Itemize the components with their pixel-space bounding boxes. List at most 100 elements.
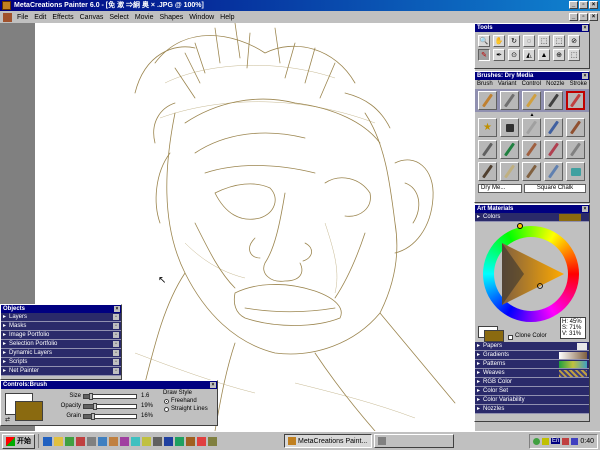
brush-variant-select[interactable]: Square Chalk <box>524 184 586 193</box>
brush-pastel[interactable] <box>544 140 563 159</box>
grabber-tool[interactable]: ✋ <box>493 35 505 47</box>
quick-launch-zip-icon[interactable] <box>186 436 195 446</box>
brush-knife[interactable] <box>522 118 541 137</box>
tab-stroke[interactable]: Stroke <box>570 81 587 88</box>
color-set-section[interactable]: Color Set <box>475 387 589 396</box>
menu-window[interactable]: Window <box>186 14 217 21</box>
size-slider[interactable] <box>83 393 137 400</box>
brush-pen[interactable] <box>478 162 497 181</box>
app-icon[interactable] <box>2 1 11 10</box>
opacity-slider[interactable] <box>83 403 137 410</box>
net-painter-section[interactable]: Net Painter▫ <box>1 367 121 376</box>
rotate-page-tool[interactable]: ↻ <box>508 35 520 47</box>
brush-charcoal[interactable] <box>544 91 563 110</box>
quick-launch-extra-icon[interactable] <box>208 436 217 446</box>
dynamic-layers-section[interactable]: Dynamic Layers▫ <box>1 349 121 358</box>
doc-restore-button[interactable]: ▫ <box>579 13 588 21</box>
masks-section[interactable]: Masks▫ <box>1 322 121 331</box>
selection-portfolio-section[interactable]: Selection Portfolio▫ <box>1 340 121 349</box>
task-other[interactable] <box>374 434 454 448</box>
scripts-section[interactable]: Scripts▫ <box>1 358 121 367</box>
brush-tool[interactable]: ✎ <box>478 49 490 61</box>
maximize-button[interactable]: ▫ <box>579 1 588 9</box>
gradients-section[interactable]: Gradients <box>475 351 589 360</box>
close-button[interactable]: × <box>589 1 598 9</box>
weaves-section[interactable]: Weaves <box>475 369 589 378</box>
tab-nozzle[interactable]: Nozzle <box>546 81 564 88</box>
primary-color-swatch[interactable] <box>484 330 504 342</box>
quick-launch-media-icon[interactable] <box>76 436 85 446</box>
task-painter[interactable]: MetaCreations Paint... <box>284 434 372 448</box>
menu-effects[interactable]: Effects <box>49 14 76 21</box>
menu-edit[interactable]: Edit <box>31 14 49 21</box>
brush-star[interactable]: ★ <box>478 118 497 137</box>
network-icon[interactable] <box>533 437 541 445</box>
swap-colors-icon[interactable]: ⇄ <box>5 416 10 423</box>
adjuster-tool[interactable]: ⊕ <box>553 49 565 61</box>
dropper-tool[interactable]: ⊘ <box>568 35 580 47</box>
brush-water[interactable] <box>544 162 563 181</box>
minimize-button[interactable]: _ <box>569 1 578 9</box>
brush-chalk[interactable] <box>478 91 497 110</box>
start-button[interactable]: 开始 <box>2 433 35 449</box>
quick-launch-ie-icon[interactable] <box>43 436 52 446</box>
tab-brush[interactable]: Brush <box>477 81 493 88</box>
ime-icon[interactable] <box>562 437 570 445</box>
rect-select-tool[interactable]: ⬚ <box>538 35 550 47</box>
color-variability-section[interactable]: Color Variability <box>475 396 589 405</box>
brush-stamp[interactable] <box>500 118 519 137</box>
text-tool[interactable]: ⬚ <box>568 49 580 61</box>
menu-file[interactable]: File <box>14 14 31 21</box>
menu-help[interactable]: Help <box>217 14 237 21</box>
quick-launch-excel-icon[interactable] <box>175 436 184 446</box>
pen-tool[interactable]: ✒ <box>493 49 505 61</box>
quick-launch-folder-icon[interactable] <box>54 436 63 446</box>
brush-pencil[interactable] <box>500 91 519 110</box>
quick-launch-mail-icon[interactable] <box>98 436 107 446</box>
language-indicator[interactable]: En <box>551 438 561 444</box>
color-picker[interactable]: Clone Color H: 45% S: 71% V: 31% <box>475 222 589 342</box>
quick-launch-acrobat-icon[interactable] <box>197 436 206 446</box>
quick-launch-tool-icon[interactable] <box>87 436 96 446</box>
volume-icon[interactable] <box>542 437 550 445</box>
document-icon[interactable] <box>3 12 12 22</box>
freehand-radio[interactable] <box>164 399 169 404</box>
brush-airbrush[interactable] <box>544 118 563 137</box>
tray-app-icon[interactable] <box>571 437 579 445</box>
straight-lines-radio[interactable] <box>164 407 169 412</box>
image-portfolio-section[interactable]: Image Portfolio▫ <box>1 331 121 340</box>
lasso-tool[interactable]: ◌ <box>523 35 535 47</box>
crop-tool[interactable]: ⬚ <box>553 35 565 47</box>
menu-movie[interactable]: Movie <box>132 14 157 21</box>
brush-felt[interactable] <box>478 140 497 159</box>
menu-canvas[interactable]: Canvas <box>77 14 107 21</box>
brush-dry-media[interactable] <box>566 91 585 110</box>
brush-marker[interactable] <box>500 140 519 159</box>
brush-eraser[interactable] <box>566 140 585 159</box>
quick-launch-player-icon[interactable] <box>120 436 129 446</box>
quick-launch-cmd-icon[interactable] <box>153 436 162 446</box>
controls-primary-swatch[interactable] <box>15 401 43 421</box>
brush-image-hose[interactable] <box>566 162 585 181</box>
tab-variant[interactable]: Variant <box>498 81 517 88</box>
saturation-value-triangle[interactable] <box>494 237 568 311</box>
colors-section-header[interactable]: Colors <box>475 213 589 222</box>
hue-indicator[interactable] <box>517 223 523 229</box>
menu-select[interactable]: Select <box>106 14 131 21</box>
doc-close-button[interactable]: × <box>589 13 598 21</box>
magnifier-tool[interactable]: 🔍 <box>478 35 490 47</box>
brush-wash[interactable] <box>500 162 519 181</box>
clone-color-checkbox[interactable] <box>508 335 513 340</box>
menu-shapes[interactable]: Shapes <box>157 14 187 21</box>
grain-slider[interactable] <box>83 413 137 420</box>
brush-cloner[interactable] <box>522 162 541 181</box>
papers-section[interactable]: Papers <box>475 342 589 351</box>
quick-launch-app-icon[interactable] <box>65 436 74 446</box>
brush-liquid[interactable] <box>522 140 541 159</box>
brush-category-select[interactable]: Dry Me... <box>478 184 522 193</box>
doc-minimize-button[interactable]: _ <box>569 13 578 21</box>
layers-section[interactable]: Layers▫ <box>1 313 121 322</box>
quick-launch-paint-icon[interactable] <box>109 436 118 446</box>
brush-crayon[interactable] <box>522 91 541 110</box>
quick-launch-net-icon[interactable] <box>131 436 140 446</box>
